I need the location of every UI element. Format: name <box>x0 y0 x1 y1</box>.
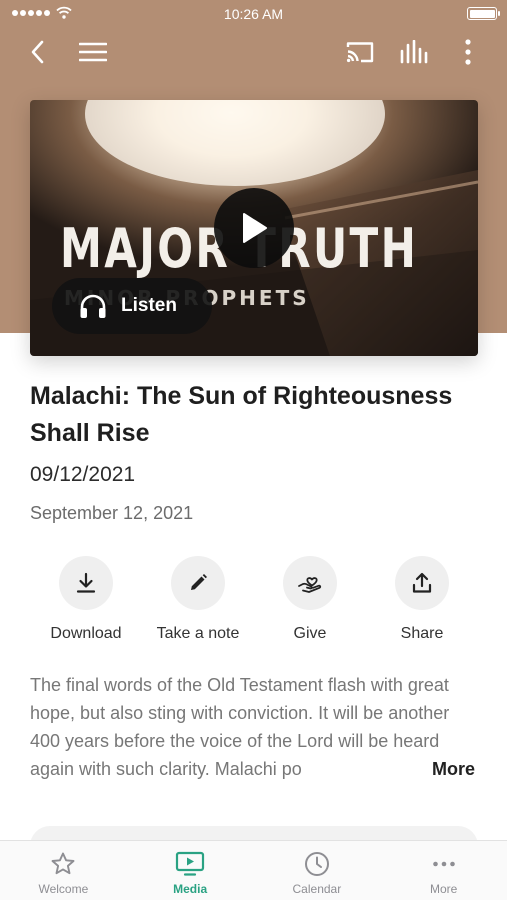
listen-button[interactable]: Listen <box>52 278 212 334</box>
give-heart-hand-icon <box>298 577 322 593</box>
share-circle <box>395 556 449 610</box>
more-options-button[interactable] <box>450 34 486 70</box>
headphones-icon <box>80 294 106 318</box>
battery-icon <box>467 7 500 20</box>
back-button[interactable] <box>20 34 56 70</box>
download-icon <box>76 572 96 593</box>
audio-bars-icon <box>400 40 428 64</box>
sermon-date-short: 09/12/2021 <box>30 463 136 486</box>
bottom-tab-bar: Welcome Media Calendar More <box>0 840 507 900</box>
play-icon <box>243 213 267 243</box>
give-button[interactable]: Give <box>254 556 366 643</box>
menu-icon <box>79 42 107 62</box>
tab-more[interactable]: More <box>380 841 507 900</box>
status-time: 10:26 AM <box>223 6 284 22</box>
take-note-circle <box>171 556 225 610</box>
ellipsis-icon <box>432 861 455 867</box>
take-note-label: Take a note <box>156 625 240 642</box>
audio-button[interactable] <box>396 34 432 70</box>
sermon-title: Malachi: The Sun of Righteousness Shall … <box>30 382 453 447</box>
tab-welcome-label: Welcome <box>38 882 89 896</box>
share-button[interactable]: Share <box>366 556 478 643</box>
tab-media-label: Media <box>173 882 208 896</box>
tab-media[interactable]: Media <box>127 841 254 900</box>
more-vertical-icon <box>465 39 471 65</box>
read-more-link[interactable]: More <box>428 755 480 783</box>
listen-label: Listen <box>121 295 177 316</box>
share-icon <box>412 572 432 593</box>
description-fade <box>378 755 428 783</box>
give-label: Give <box>293 625 327 642</box>
tv-play-icon <box>176 851 205 876</box>
sermon-date-long: September 12, 2021 <box>30 503 194 523</box>
tab-calendar[interactable]: Calendar <box>254 841 381 900</box>
play-button[interactable] <box>214 188 294 268</box>
star-icon <box>51 852 75 875</box>
tab-welcome[interactable]: Welcome <box>0 841 127 900</box>
take-note-button[interactable]: Take a note <box>142 556 254 643</box>
tab-more-label: More <box>429 882 458 896</box>
tab-calendar-label: Calendar <box>292 882 342 896</box>
menu-button[interactable] <box>75 34 111 70</box>
download-circle <box>59 556 113 610</box>
download-button[interactable]: Download <box>30 556 142 643</box>
give-circle <box>283 556 337 610</box>
status-bar: 10:26 AM <box>0 0 507 28</box>
share-label: Share <box>400 625 444 642</box>
sermon-cover-image[interactable]: MAJOR TRUTH MINOR PROPHETS Listen <box>30 100 478 356</box>
cast-icon <box>346 42 374 63</box>
cast-button[interactable] <box>342 34 378 70</box>
download-label: Download <box>50 625 122 642</box>
clock-icon <box>304 852 329 876</box>
action-row: Download Take a note Give Share <box>30 556 478 643</box>
pencil-icon <box>191 574 207 590</box>
back-icon <box>31 40 44 64</box>
